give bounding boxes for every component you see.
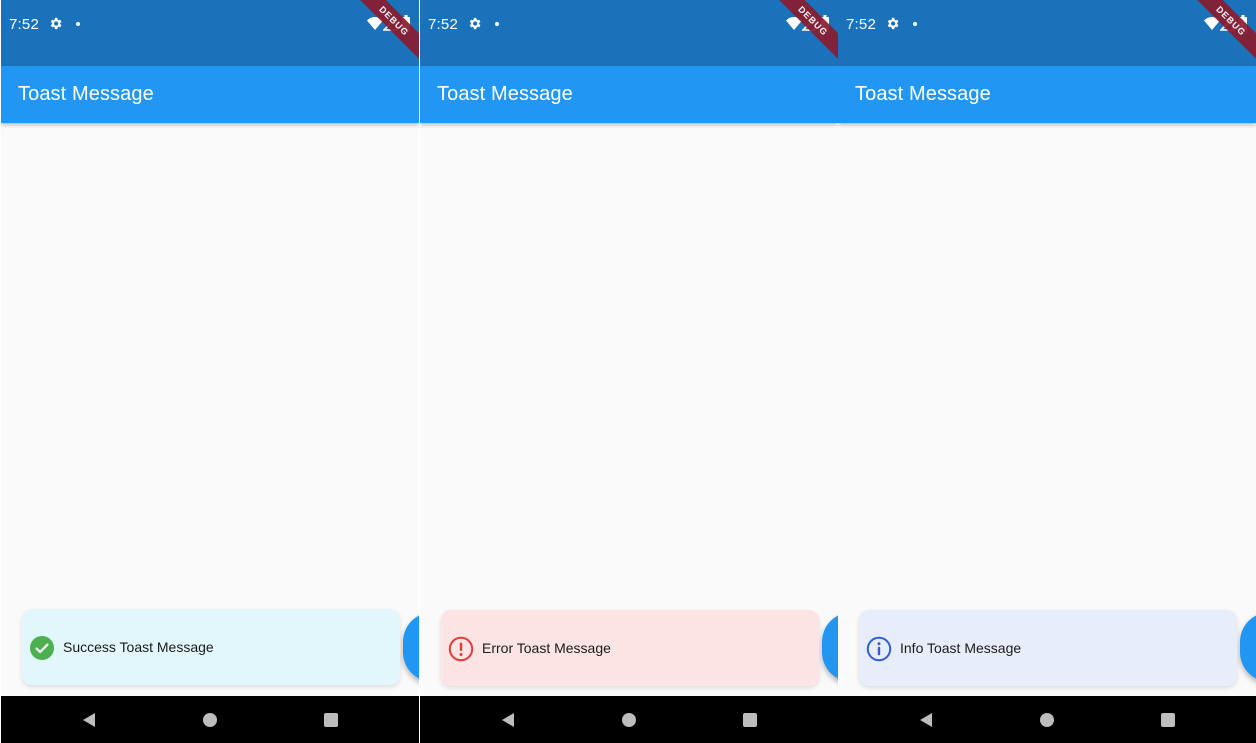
status-time: 7:52 — [846, 16, 876, 33]
back-icon[interactable] — [500, 712, 516, 728]
debug-banner: DEBUG — [348, 0, 419, 67]
gear-icon — [887, 17, 899, 30]
error-circle-icon — [448, 636, 474, 662]
back-icon[interactable] — [918, 712, 934, 728]
app-bar: Toast Message — [1, 66, 419, 123]
gear-icon — [50, 17, 62, 30]
phone-screen-error: 7:52 DEBUG Toast Message Error Toast Mes… — [420, 0, 838, 743]
success-toast[interactable]: Success Toast Message — [22, 609, 400, 685]
home-icon[interactable] — [203, 713, 217, 727]
status-time: 7:52 — [9, 16, 39, 33]
floating-action-button[interactable] — [1240, 612, 1256, 682]
home-icon[interactable] — [622, 713, 636, 727]
recents-icon[interactable] — [1161, 713, 1175, 727]
toast-message: Info Toast Message — [900, 640, 1022, 656]
check-circle-icon — [30, 636, 54, 660]
app-title: Toast Message — [855, 83, 991, 105]
home-icon[interactable] — [1040, 713, 1054, 727]
gear-icon — [469, 17, 481, 30]
app-bar: Toast Message — [838, 66, 1256, 123]
dot-icon — [495, 22, 499, 26]
navigation-bar — [1, 696, 419, 743]
error-toast[interactable]: Error Toast Message — [441, 610, 819, 686]
screenshot-frame: 7:52 DEBUG Toast Message Success Toast M… — [0, 0, 1256, 743]
navigation-bar — [838, 696, 1256, 743]
status-bar: 7:52 DEBUG — [420, 0, 838, 67]
phone-screen-success: 7:52 DEBUG Toast Message Success Toast M… — [1, 0, 419, 743]
status-bar: 7:52 DEBUG — [1, 0, 419, 67]
info-toast[interactable]: Info Toast Message — [859, 610, 1237, 686]
status-time: 7:52 — [428, 16, 458, 33]
status-bar: 7:52 DEBUG — [838, 0, 1256, 67]
debug-banner: DEBUG — [1185, 0, 1256, 67]
floating-action-button[interactable] — [822, 612, 838, 682]
phone-screen-info: 7:52 DEBUG Toast Message Info Toast Mess… — [838, 0, 1256, 743]
app-title: Toast Message — [437, 83, 573, 105]
back-icon[interactable] — [81, 712, 97, 728]
navigation-bar — [420, 696, 838, 743]
dot-icon — [913, 22, 917, 26]
app-title: Toast Message — [18, 83, 154, 105]
floating-action-button[interactable] — [403, 612, 419, 682]
dot-icon — [76, 22, 80, 26]
toast-message: Success Toast Message — [63, 639, 214, 655]
app-bar: Toast Message — [420, 66, 838, 123]
info-circle-icon — [866, 636, 892, 662]
recents-icon[interactable] — [743, 713, 757, 727]
recents-icon[interactable] — [324, 713, 338, 727]
toast-message: Error Toast Message — [482, 640, 611, 656]
debug-banner: DEBUG — [767, 0, 838, 67]
